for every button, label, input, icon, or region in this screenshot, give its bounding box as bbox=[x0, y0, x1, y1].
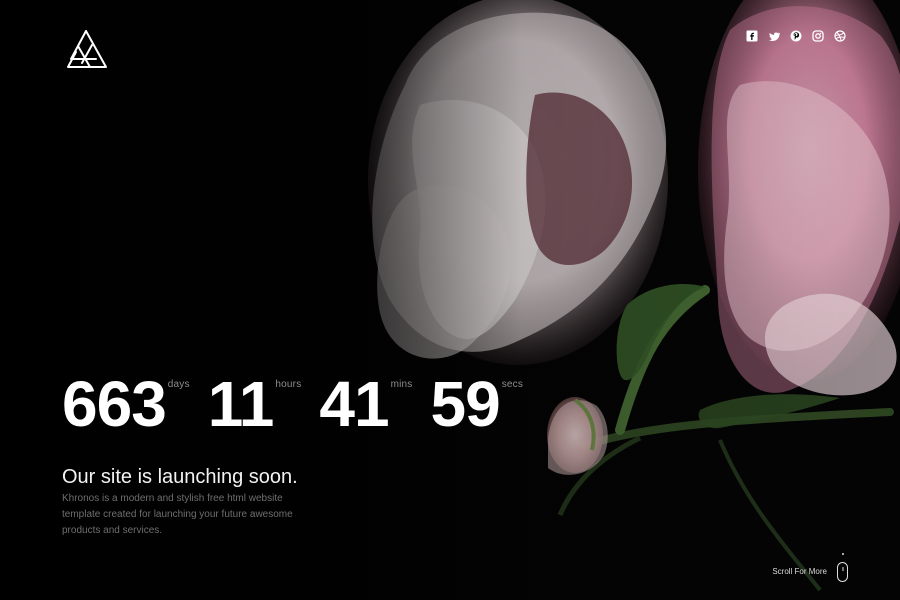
dribbble-link[interactable] bbox=[834, 30, 846, 42]
pinterest-icon bbox=[790, 30, 802, 42]
facebook-link[interactable] bbox=[746, 30, 758, 42]
social-links bbox=[746, 30, 846, 42]
instagram-link[interactable] bbox=[812, 30, 824, 42]
hours-label: hours bbox=[275, 379, 302, 390]
dribbble-icon bbox=[834, 30, 846, 42]
secs-counter: 59 secs bbox=[431, 372, 524, 436]
scroll-dot-icon bbox=[842, 553, 844, 555]
secs-label: secs bbox=[501, 379, 524, 390]
logo bbox=[62, 28, 110, 72]
countdown: 663 days 11 hours 41 mins 59 secs bbox=[62, 372, 523, 436]
days-label: days bbox=[167, 379, 190, 390]
scroll-indicator[interactable]: Scroll For More bbox=[772, 553, 848, 582]
scroll-label: Scroll For More bbox=[772, 567, 827, 576]
mins-label: mins bbox=[390, 379, 413, 390]
launch-title: Our site is launching soon. bbox=[62, 466, 298, 488]
facebook-icon bbox=[746, 30, 758, 42]
hours-value: 11 bbox=[207, 368, 275, 440]
hours-counter: 11 hours bbox=[208, 372, 302, 436]
pinterest-link[interactable] bbox=[790, 30, 802, 42]
days-counter: 663 days bbox=[62, 372, 190, 436]
mouse-icon bbox=[837, 553, 848, 582]
secs-value: 59 bbox=[430, 368, 501, 440]
twitter-icon bbox=[769, 32, 780, 41]
mins-value: 41 bbox=[319, 368, 389, 440]
coming-soon-page: 663 days 11 hours 41 mins 59 secs Our si… bbox=[0, 0, 900, 600]
mins-counter: 41 mins bbox=[319, 372, 412, 436]
twitter-link[interactable] bbox=[768, 30, 780, 42]
launch-description: Khronos is a modern and stylish free htm… bbox=[62, 493, 293, 536]
triangle-logo-icon bbox=[67, 30, 107, 68]
instagram-icon bbox=[812, 30, 824, 42]
days-value: 663 bbox=[62, 368, 167, 440]
